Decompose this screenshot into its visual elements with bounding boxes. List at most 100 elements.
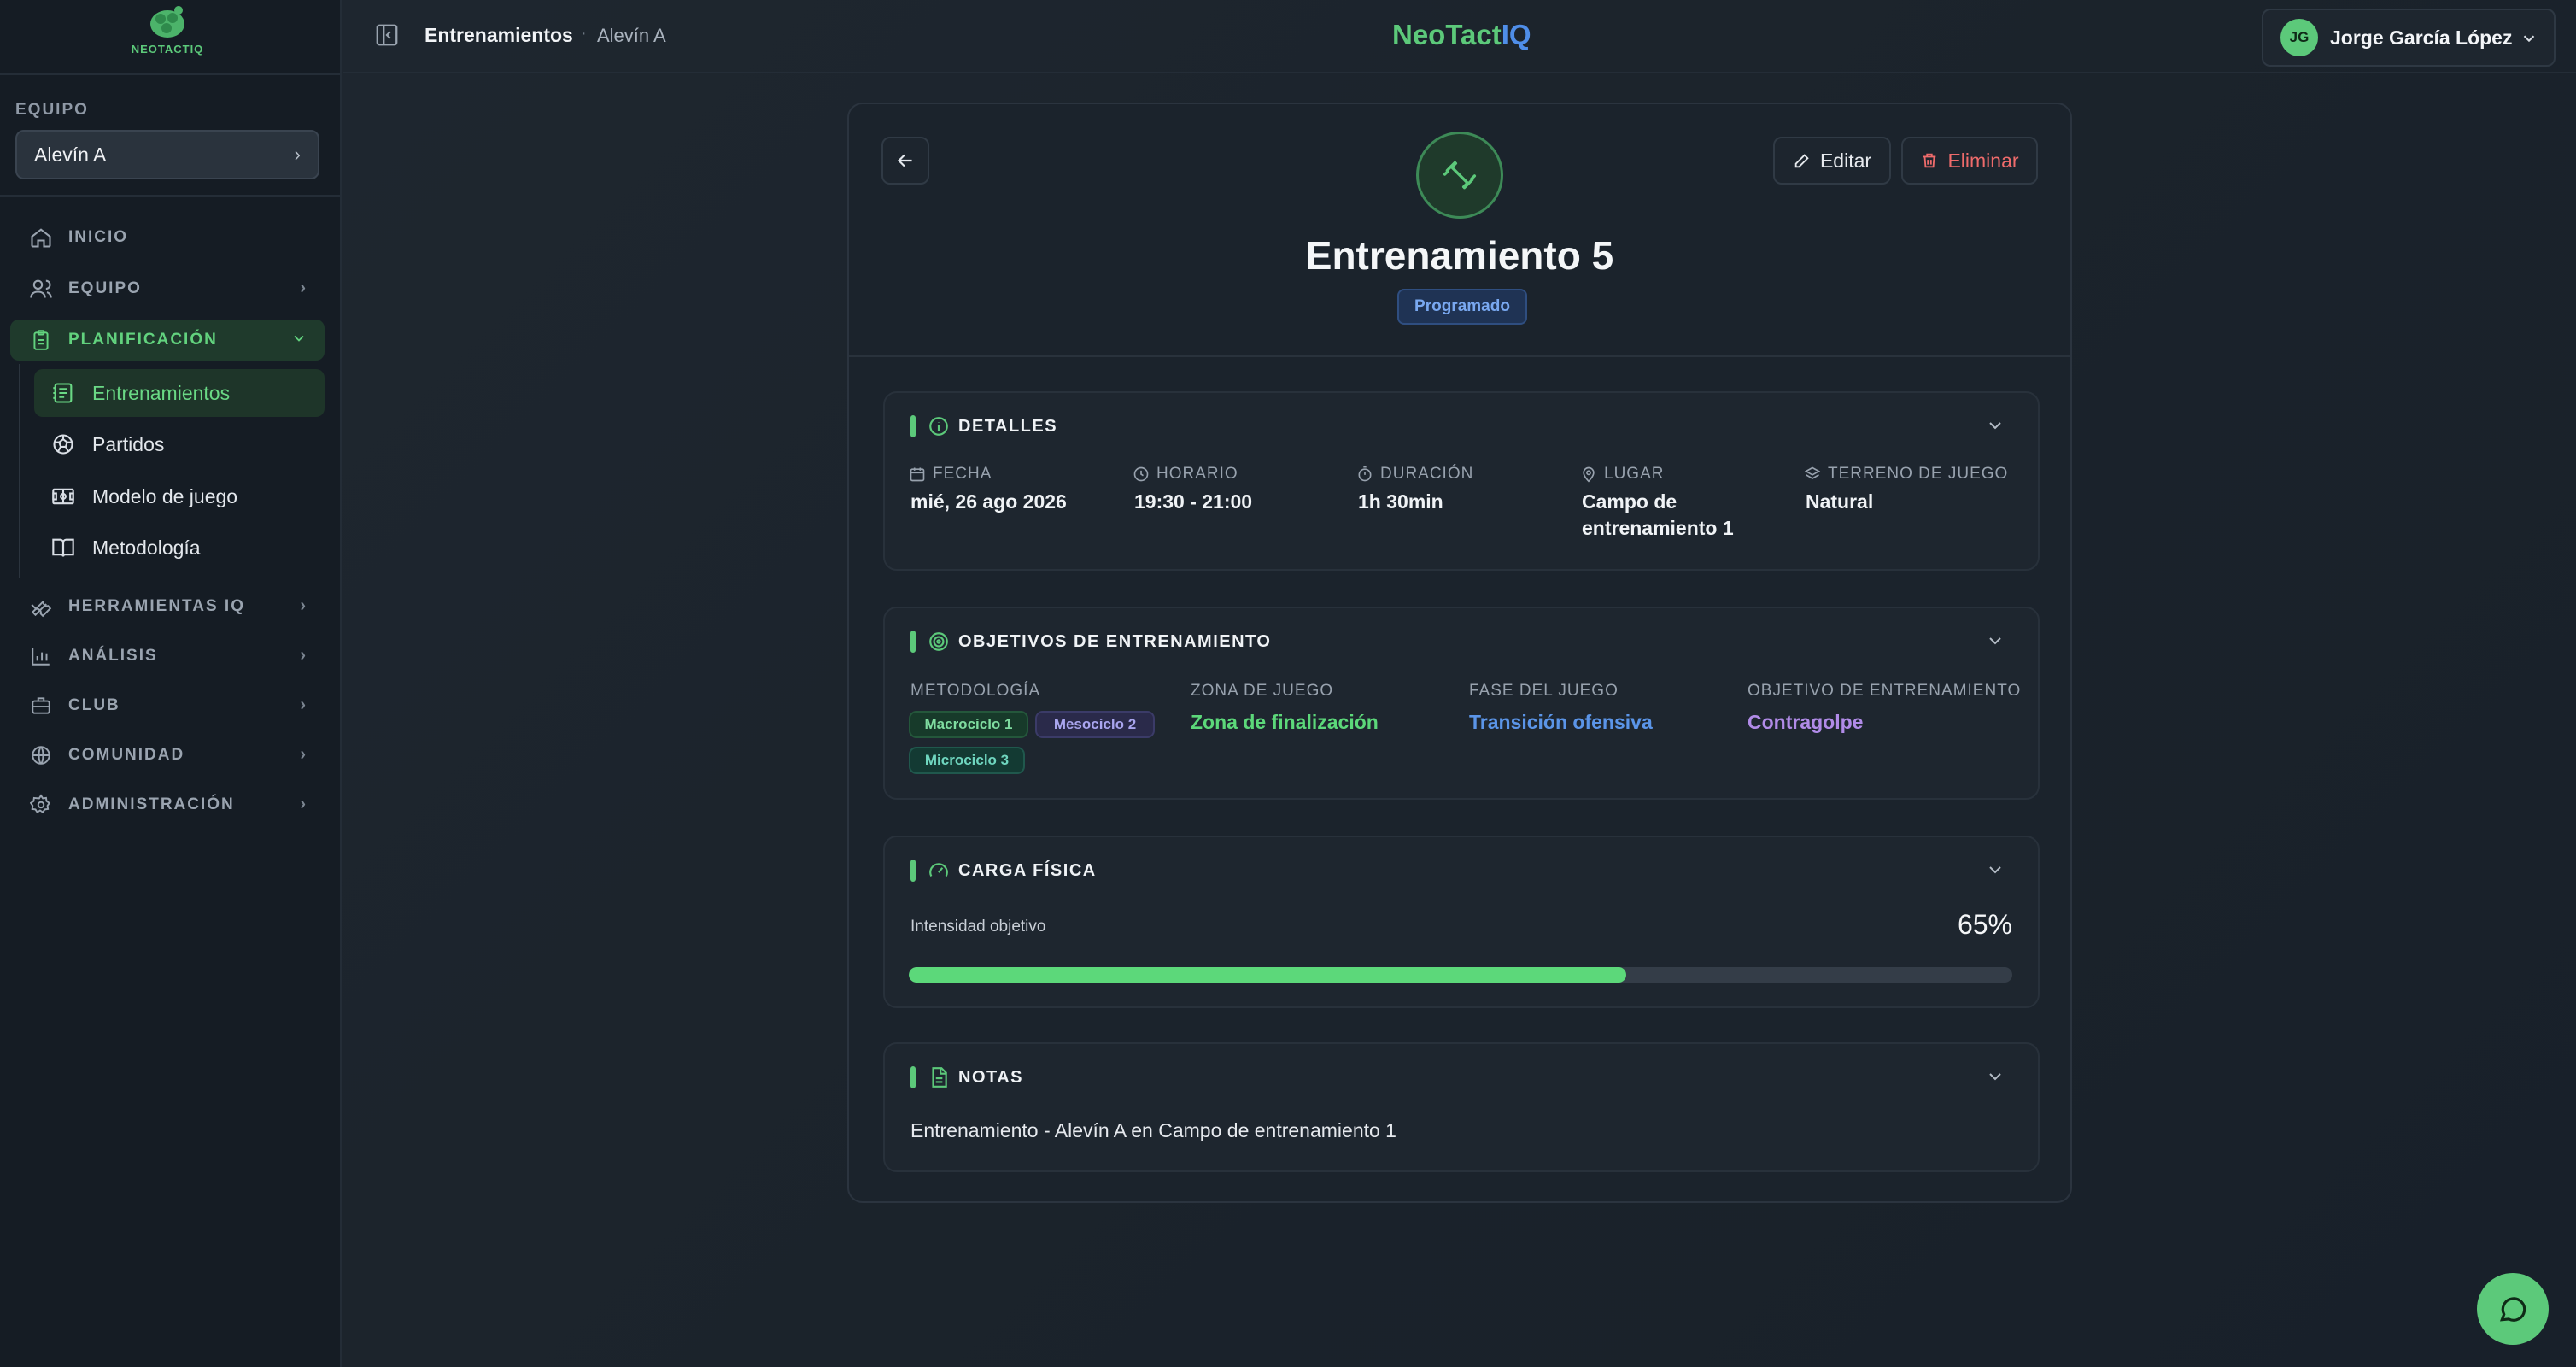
horario-value: 19:30 - 21:00 — [1134, 490, 1253, 513]
nav-label: COMUNIDAD — [68, 746, 185, 764]
user-menu-button[interactable]: JG Jorge García López — [2262, 9, 2556, 67]
nav-item-club[interactable]: CLUB › — [10, 685, 325, 726]
section-accent — [910, 415, 916, 437]
briefcase-icon — [27, 692, 55, 719]
turtle-logo-icon — [150, 6, 184, 38]
lugar-label: LUGAR — [1580, 465, 1664, 484]
nav-label: CLUB — [68, 696, 120, 714]
app-logo[interactable]: NEOTACTIQ — [126, 5, 208, 65]
nav-label: EQUIPO — [68, 279, 142, 297]
submenu-rail — [19, 364, 20, 578]
sidebar-item-metodologia[interactable]: Metodología — [34, 524, 325, 572]
users-icon — [27, 275, 55, 302]
bar-chart-icon — [27, 642, 55, 670]
tag-mesociclo: Mesociclo 2 — [1035, 711, 1155, 738]
chevron-down-icon[interactable] — [1985, 631, 2005, 651]
breadcrumb-separator: · — [581, 24, 587, 43]
fase-label: FASE DEL JUEGO — [1469, 682, 1619, 700]
logo-text: NEOTACTIQ — [131, 43, 204, 56]
sub-item-label: Entrenamientos — [92, 381, 231, 404]
home-icon — [27, 224, 55, 251]
training-detail-card: Editar Eliminar Entrenamiento 5 Programa… — [847, 103, 2072, 1203]
dumbbell-icon — [1416, 132, 1503, 219]
section-title: DETALLES — [958, 417, 1058, 436]
chevron-right-icon: › — [300, 646, 307, 665]
intensity-label: Intensidad objetivo — [910, 918, 1046, 936]
terreno-label: TERRENO DE JUEGO — [1804, 465, 2008, 484]
breadcrumb-team: Alevín A — [597, 25, 666, 46]
intensity-progress-fill — [909, 967, 1626, 983]
layers-icon — [1804, 466, 1821, 479]
nav-item-herramientas-iq[interactable]: HERRAMIENTAS IQ › — [10, 586, 325, 627]
map-pin-icon — [1583, 466, 1595, 483]
objetivo-value: Contragolpe — [1748, 711, 1864, 733]
breadcrumb-current[interactable]: Entrenamientos — [424, 24, 573, 47]
book-icon — [50, 534, 77, 561]
sidebar-item-partidos[interactable]: Partidos — [34, 420, 325, 468]
team-label: EQUIPO — [15, 101, 89, 119]
nav-item-planificacion[interactable]: PLANIFICACIÓN — [10, 320, 325, 361]
team-selector[interactable]: Alevín A › — [15, 130, 319, 179]
delete-label: Eliminar — [1947, 149, 2019, 172]
sub-item-label: Metodología — [92, 536, 201, 559]
chevron-down-icon[interactable] — [1985, 415, 2005, 436]
fase-value: Transición ofensiva — [1469, 711, 1653, 733]
section-title: NOTAS — [958, 1068, 1024, 1087]
back-button[interactable] — [881, 137, 929, 185]
section-accent — [910, 1066, 916, 1088]
chevron-right-icon: › — [300, 795, 307, 813]
nav-item-comunidad[interactable]: COMUNIDAD › — [10, 735, 325, 776]
chevron-down-icon[interactable] — [1985, 860, 2005, 880]
soccer-ball-icon — [50, 431, 77, 458]
objetivo-label: OBJETIVO DE ENTRENAMIENTO — [1748, 682, 2022, 700]
avatar: JG — [2280, 19, 2318, 56]
divider — [0, 73, 342, 75]
clipboard-icon — [27, 326, 55, 354]
fecha-label: FECHA — [909, 465, 992, 484]
edit-button[interactable]: Editar — [1773, 137, 1891, 185]
chevron-right-icon: › — [300, 695, 307, 714]
tag-microciclo: Microciclo 3 — [909, 747, 1025, 774]
metodologia-label: METODOLOGÍA — [910, 682, 1041, 700]
intensity-progress — [909, 967, 2012, 983]
section-accent — [910, 631, 916, 653]
team-selector-value: Alevín A — [34, 143, 107, 166]
chevron-down-icon[interactable] — [1985, 1066, 2005, 1087]
chevron-right-icon: › — [300, 279, 307, 297]
calendar-icon — [910, 467, 925, 482]
chevron-right-icon: › — [294, 144, 301, 165]
tag-macrociclo: Macrociclo 1 — [909, 711, 1028, 738]
duracion-value: 1h 30min — [1358, 490, 1443, 513]
fecha-value: mié, 26 ago 2026 — [910, 490, 1067, 513]
terreno-value: Natural — [1806, 490, 1874, 513]
brand-neo: NeoTact — [1392, 19, 1502, 50]
nav-label: ANÁLISIS — [68, 647, 158, 665]
sidebar: NEOTACTIQ EQUIPO Alevín A › INICIO EQUIP… — [0, 0, 342, 1367]
divider — [0, 195, 342, 197]
topbar: Entrenamientos · Alevín A NeoTactIQ JG J… — [343, 0, 2576, 73]
nav-label: HERRAMIENTAS IQ — [68, 597, 245, 615]
file-text-icon — [932, 1067, 947, 1088]
brand-iq: IQ — [1501, 19, 1531, 50]
nav-item-administracion[interactable]: ADMINISTRACIÓN › — [10, 784, 325, 825]
chevron-right-icon: › — [300, 745, 307, 764]
zona-value: Zona de finalización — [1191, 711, 1379, 733]
sidebar-item-modelo-de-juego[interactable]: Modelo de juego — [34, 472, 325, 520]
delete-button[interactable]: Eliminar — [1901, 137, 2038, 185]
chevron-down-icon — [290, 330, 307, 352]
chat-button[interactable] — [2477, 1273, 2549, 1345]
section-title: OBJETIVOS DE ENTRENAMIENTO — [958, 632, 1272, 651]
nav-item-inicio[interactable]: INICIO — [10, 217, 325, 258]
nav-item-equipo[interactable]: EQUIPO › — [10, 268, 325, 309]
sidebar-toggle-icon[interactable] — [374, 22, 401, 50]
arrow-left-icon — [897, 154, 912, 167]
nav-label: ADMINISTRACIÓN — [68, 795, 235, 813]
chevron-right-icon: › — [300, 596, 307, 615]
nav-item-analisis[interactable]: ANÁLISIS › — [10, 636, 325, 677]
section-accent — [910, 860, 916, 882]
settings-icon — [27, 791, 55, 818]
lugar-value: Campo de entrenamiento 1 — [1582, 490, 1734, 539]
physical-load-section: CARGA FÍSICA Intensidad objetivo 65% — [883, 836, 2040, 1008]
sidebar-item-entrenamientos[interactable]: Entrenamientos — [34, 369, 325, 417]
timer-icon — [1358, 466, 1372, 482]
